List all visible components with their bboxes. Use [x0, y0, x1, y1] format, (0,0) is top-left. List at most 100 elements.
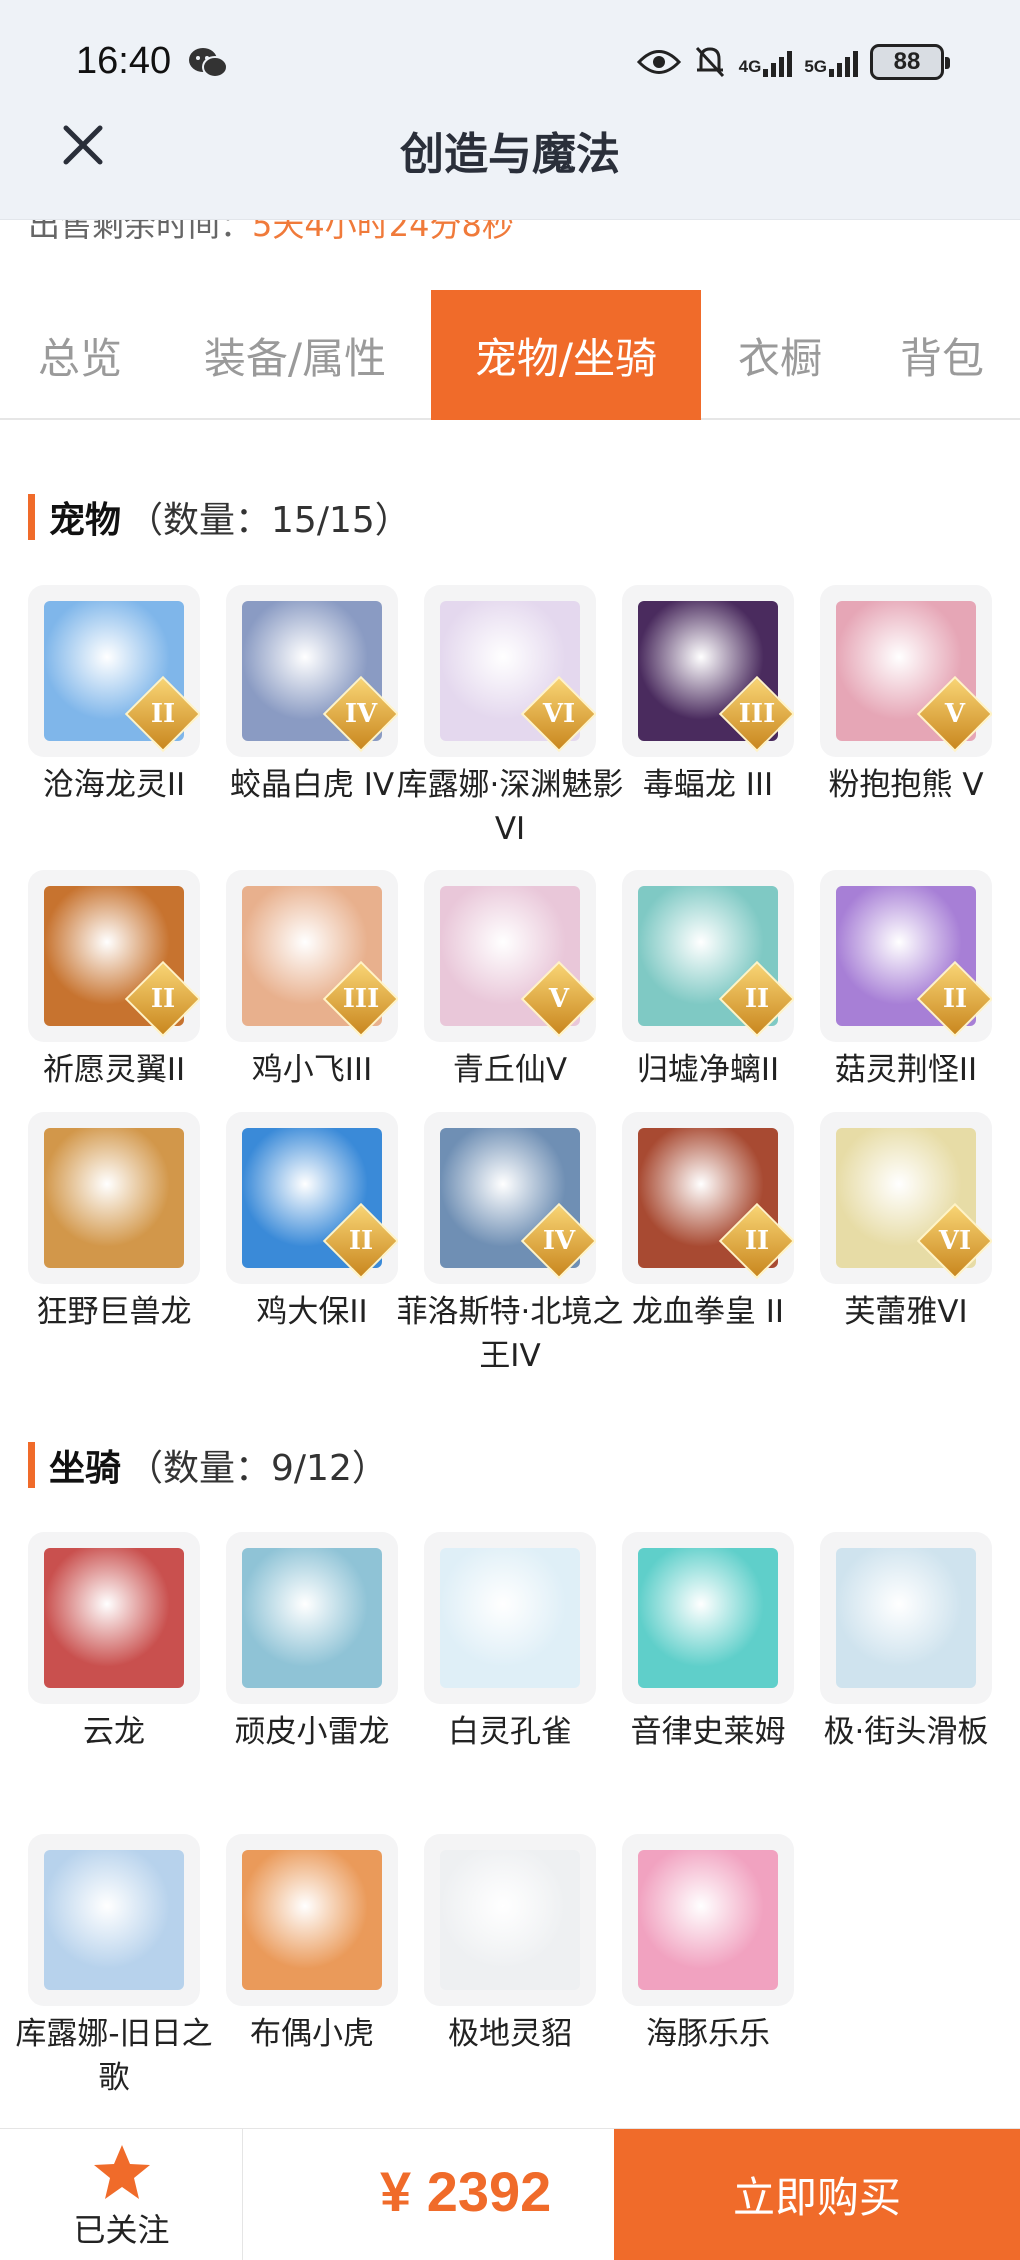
pet-thumbnail: VI: [820, 1112, 992, 1284]
tab-pets-mounts[interactable]: 宠物/坐骑: [431, 290, 701, 420]
grade-badge-label: VI: [542, 699, 576, 729]
pet-thumbnail: V: [820, 585, 992, 757]
pet-thumbnail: II: [622, 870, 794, 1042]
mount-name: 海豚乐乐: [646, 2016, 770, 2052]
pet-name: 鸡小飞III: [251, 1052, 373, 1088]
mount-image: [242, 1850, 382, 1990]
grade-badge-label: V: [944, 699, 966, 729]
pet-name: 菲洛斯特·北境之王IV: [396, 1294, 624, 1374]
pet-name: 青丘仙V: [452, 1052, 568, 1088]
mount-image: [242, 1548, 382, 1688]
tab-equipment[interactable]: 装备/属性: [180, 290, 410, 420]
signal-5g: 5G: [804, 47, 858, 77]
grade-badge-label: II: [150, 699, 176, 729]
battery-icon: 88: [870, 44, 950, 80]
price: ¥ 2392: [380, 2160, 552, 2223]
pet-name: 芙蕾雅VI: [844, 1294, 968, 1330]
star-icon: [94, 2145, 150, 2199]
signal-5g-label: 5G: [804, 57, 827, 76]
pet-name: 蛟晶白虎 IV: [229, 767, 395, 803]
mount-name: 顽皮小雷龙: [234, 1714, 390, 1750]
mount-name: 极·街头滑板: [823, 1714, 989, 1750]
grade-badge-label: II: [744, 984, 770, 1014]
mount-image: [44, 1548, 184, 1688]
pet-thumbnail: [28, 1112, 200, 1284]
pet-name: 粉抱抱熊 V: [828, 767, 984, 803]
mount-name: 白灵孔雀: [448, 1714, 572, 1750]
pet-name: 龙血拳皇 II: [631, 1294, 785, 1330]
pet-thumbnail: II: [28, 585, 200, 757]
grade-badge-label: III: [738, 699, 776, 729]
mount-thumbnail: [424, 1834, 596, 2006]
grade-badge-label: V: [548, 984, 570, 1014]
pet-thumbnail: III: [226, 870, 398, 1042]
follow-label: 已关注: [73, 2211, 170, 2249]
pet-name: 狂野巨兽龙: [36, 1294, 192, 1330]
mount-thumbnail: [226, 1532, 398, 1704]
mount-name: 极地灵貂: [448, 2016, 572, 2052]
mounts-title: 坐骑: [49, 1448, 122, 1489]
grade-badge-label: III: [342, 984, 380, 1014]
tab-wardrobe[interactable]: 衣橱: [720, 290, 840, 420]
mount-image: [638, 1850, 778, 1990]
mount-thumbnail: [622, 1834, 794, 2006]
pet-name: 菇灵荆怪II: [834, 1052, 978, 1088]
mount-image: [440, 1548, 580, 1688]
grade-badge-label: II: [942, 984, 968, 1014]
grade-badge-label: II: [348, 1226, 374, 1256]
signal-4g: 4G: [739, 47, 793, 77]
pet-thumbnail: II: [820, 870, 992, 1042]
pet-name: 归墟净螭II: [636, 1052, 780, 1088]
mount-image: [440, 1850, 580, 1990]
pet-name: 库露娜·深渊魅影VI: [396, 767, 624, 847]
grade-badge-label: VI: [938, 1226, 972, 1256]
battery-level: 88: [893, 48, 921, 75]
mounts-count: （数量：9/12）: [127, 1448, 388, 1489]
tab-backpack[interactable]: 背包: [880, 290, 1004, 420]
pet-name: 毒蝠龙 III: [642, 767, 774, 803]
pet-name: 鸡大保II: [256, 1294, 368, 1330]
section-accent-bar: [28, 1442, 35, 1488]
mount-thumbnail: [28, 1532, 200, 1704]
mute-bell-icon: [695, 46, 724, 78]
pet-image: [44, 1128, 184, 1268]
mount-name: 云龙: [83, 1714, 145, 1750]
wechat-icon: [189, 48, 228, 78]
mount-thumbnail: [424, 1532, 596, 1704]
pet-name: 祈愿灵翼II: [42, 1052, 186, 1088]
mount-name: 音律史莱姆: [630, 1714, 786, 1750]
tab-bar: 总览 装备/属性 宠物/坐骑 衣橱 背包: [0, 290, 1020, 420]
pet-thumbnail: VI: [424, 585, 596, 757]
mounts-section-title: 坐骑 （数量：9/12）: [28, 1440, 388, 1490]
pet-thumbnail: II: [28, 870, 200, 1042]
page-title: 创造与魔法: [400, 129, 620, 180]
pets-count: （数量：15/15）: [127, 500, 411, 541]
eye-icon: [636, 50, 681, 74]
mount-thumbnail: [622, 1532, 794, 1704]
bottom-bar: 已关注 ¥ 2392 立即购买: [0, 2128, 1020, 2260]
mount-thumbnail: [226, 1834, 398, 2006]
grade-badge-label: II: [150, 984, 176, 1014]
mount-thumbnail: [820, 1532, 992, 1704]
section-accent-bar: [28, 494, 35, 540]
status-time: 16:40: [76, 40, 172, 82]
buy-now-button[interactable]: 立即购买: [614, 2129, 1020, 2260]
pets-title: 宠物: [49, 500, 122, 541]
tab-overview[interactable]: 总览: [0, 290, 160, 420]
pet-thumbnail: II: [226, 1112, 398, 1284]
follow-button[interactable]: 已关注: [0, 2129, 243, 2260]
grade-badge-label: IV: [344, 699, 378, 729]
pet-name: 沧海龙灵II: [42, 767, 186, 803]
mount-image: [638, 1548, 778, 1688]
grade-badge-label: IV: [542, 1226, 576, 1256]
mount-image: [44, 1850, 184, 1990]
pet-thumbnail: V: [424, 870, 596, 1042]
signal-4g-label: 4G: [738, 57, 762, 76]
mount-name: 库露娜-旧日之歌: [15, 2016, 213, 2096]
mount-image: [836, 1548, 976, 1688]
grade-badge-label: II: [744, 1226, 770, 1256]
status-icons: 4G 5G 88: [636, 40, 950, 84]
pet-thumbnail: III: [622, 585, 794, 757]
pet-thumbnail: II: [622, 1112, 794, 1284]
pet-thumbnail: IV: [226, 585, 398, 757]
